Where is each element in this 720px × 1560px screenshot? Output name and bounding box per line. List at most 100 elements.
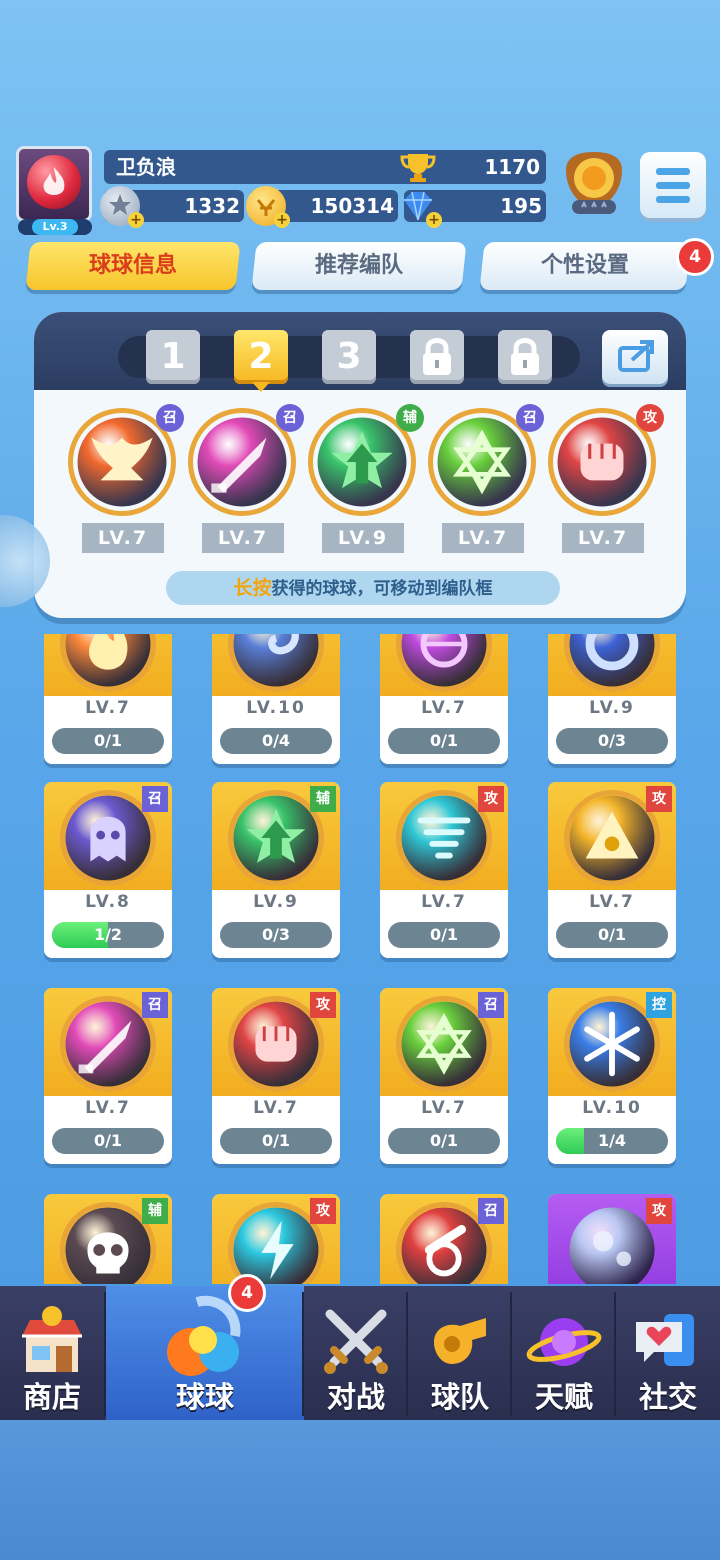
player-name: 卫负浪 <box>116 155 176 179</box>
ball-level: LV.7 <box>202 523 284 553</box>
stars-value: 1332 <box>184 194 240 218</box>
gems-value: 195 <box>500 194 542 218</box>
share-button[interactable] <box>602 330 668 384</box>
fire-orb-icon <box>27 155 81 209</box>
lineup-ball[interactable] <box>188 408 296 516</box>
lineup-ball[interactable] <box>548 408 656 516</box>
player-level: Lv.3 <box>32 219 78 235</box>
fist-icon <box>232 1000 320 1088</box>
nav-item-社交[interactable]: 社交 <box>616 1286 720 1420</box>
progress-text: 0/4 <box>261 731 291 750</box>
progress-text: 0/1 <box>261 1131 291 1150</box>
nav-divider <box>510 1292 512 1416</box>
nav-label: 天赋 <box>534 1380 593 1414</box>
ball-type-tag: 召 <box>516 404 544 432</box>
coin-icon: + <box>246 186 290 228</box>
nav-divider <box>302 1292 304 1416</box>
skull-icon <box>64 1206 152 1284</box>
ball-card[interactable]: 辅 <box>44 1194 172 1284</box>
star-arrow-icon <box>316 416 408 508</box>
ball-level: LV.7 <box>421 1098 467 1118</box>
fist-icon <box>556 416 648 508</box>
selected-slot-arrow-icon <box>252 382 270 392</box>
triangle-icon <box>568 794 656 882</box>
ball-level: LV.9 <box>589 698 635 718</box>
coins-value: 150314 <box>310 194 395 218</box>
progress-text: 0/1 <box>429 731 459 750</box>
ball-level: LV.7 <box>253 1098 299 1118</box>
ball-level: LV.7 <box>85 1098 131 1118</box>
hexagram-icon <box>400 1000 488 1088</box>
ball-card[interactable]: LV.9 0/3 <box>548 634 676 764</box>
ball-card[interactable]: LV.10 0/4 <box>212 634 340 764</box>
lineup-slot-locked[interactable] <box>498 330 552 384</box>
ball-card[interactable]: 攻 LV.7 0/1 <box>212 988 340 1164</box>
sphere-icon <box>400 634 488 688</box>
progress-text: 0/1 <box>93 731 123 750</box>
tab-ball-info[interactable]: 球球信息 <box>25 242 241 290</box>
menu-line-icon <box>656 182 690 189</box>
snowflake-icon <box>568 1000 656 1088</box>
card-progress-bar: 0/1 <box>220 1128 332 1154</box>
bottom-fill <box>0 1420 720 1560</box>
nav-item-球球[interactable]: 球球 <box>106 1286 304 1420</box>
ball-card[interactable]: 攻 <box>212 1194 340 1284</box>
tab-label: 个性设置 <box>540 253 629 278</box>
ball-card[interactable]: 控 LV.10 1/4 <box>548 988 676 1164</box>
ball-type-tag: 攻 <box>310 992 336 1018</box>
tab-personal-settings[interactable]: 个性设置 <box>479 242 691 290</box>
gem-icon: + <box>398 186 442 228</box>
ball-level: LV.7 <box>421 892 467 912</box>
card-progress-bar: 0/3 <box>556 728 668 754</box>
add-coins-icon[interactable]: + <box>274 212 290 228</box>
progress-text: 0/3 <box>261 925 291 944</box>
ball-type-tag: 召 <box>478 1198 504 1224</box>
card-progress-bar: 0/1 <box>388 728 500 754</box>
player-avatar[interactable] <box>16 146 92 222</box>
lineup-slot-locked[interactable] <box>410 330 464 384</box>
ball-type-tag: 辅 <box>310 786 336 812</box>
nav-item-天赋[interactable]: 天赋 <box>512 1286 616 1420</box>
tab-recommended-team[interactable]: 推荐编队 <box>251 242 467 290</box>
nav-divider <box>614 1292 616 1416</box>
lineup-ball[interactable] <box>428 408 536 516</box>
ball-type-tag: 召 <box>142 786 168 812</box>
ball-card[interactable]: 攻 LV.7 0/1 <box>380 782 508 958</box>
lineup-slot-2[interactable]: 2 <box>234 330 288 384</box>
ball-card[interactable]: 召 LV.7 0/1 <box>380 988 508 1164</box>
menu-line-icon <box>656 168 690 175</box>
ball-card[interactable]: 召 LV.8 1/2 <box>44 782 172 958</box>
ball-card[interactable]: 攻 <box>548 1194 676 1284</box>
ball-card[interactable]: LV.7 0/1 <box>44 634 172 764</box>
nav-item-对战[interactable]: 对战 <box>304 1286 408 1420</box>
nav-item-球队[interactable]: 球队 <box>408 1286 512 1420</box>
ball-card[interactable]: 召 LV.7 0/1 <box>44 988 172 1164</box>
card-progress-bar: 1/4 <box>556 1128 668 1154</box>
ball-card[interactable]: 召 <box>380 1194 508 1284</box>
ball-card[interactable]: 攻 LV.7 0/1 <box>548 782 676 958</box>
rank-badge-icon[interactable] <box>562 150 626 220</box>
phoenix-icon <box>76 416 168 508</box>
ball-type-tag: 控 <box>646 992 672 1018</box>
nav-divider <box>104 1292 106 1416</box>
lineup-slot-3[interactable]: 3 <box>322 330 376 384</box>
lineup-slot-1[interactable]: 1 <box>146 330 200 384</box>
star-arrow-icon <box>232 794 320 882</box>
share-icon <box>618 340 654 372</box>
ball-level: LV.7 <box>421 698 467 718</box>
main-menu-button[interactable] <box>640 152 706 218</box>
card-progress-bar: 0/4 <box>220 728 332 754</box>
progress-text: 0/1 <box>597 925 627 944</box>
ball-card[interactable]: 辅 LV.9 0/3 <box>212 782 340 958</box>
dagger-icon <box>196 416 288 508</box>
lineup-ball[interactable] <box>308 408 416 516</box>
hint-highlight: 长按 <box>233 577 272 599</box>
ball-level: LV.7 <box>85 698 131 718</box>
lineup-ball[interactable] <box>68 408 176 516</box>
nav-item-商店[interactable]: 商店 <box>0 1286 104 1420</box>
card-progress-bar: 0/1 <box>556 922 668 948</box>
progress-text: 0/1 <box>429 1131 459 1150</box>
ball-card[interactable]: LV.7 0/1 <box>380 634 508 764</box>
dagger-icon <box>64 1000 152 1088</box>
card-progress-bar: 0/3 <box>220 922 332 948</box>
